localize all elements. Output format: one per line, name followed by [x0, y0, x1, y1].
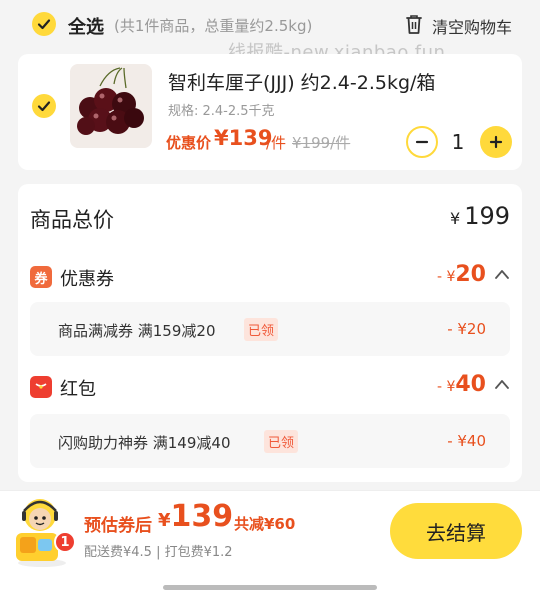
hongbao-detail-amount: - ¥40: [447, 432, 486, 450]
plus-icon: [489, 135, 503, 149]
coupon-amount[interactable]: - ¥20: [437, 262, 486, 287]
checkout-bar: 1 预估券后 ¥139 共减¥60 配送费¥4.5 | 打包费¥1.2 去结算: [0, 490, 540, 600]
estimate-price-currency: ¥: [158, 510, 171, 531]
hongbao-amount-value: 40: [455, 372, 486, 397]
check-icon: [37, 19, 51, 30]
coupon-detail-text: 商品满减券 满159减20: [58, 322, 216, 340]
coupon-amount-prefix: - ¥: [436, 269, 456, 285]
coupon-claimed-badge: 已领: [244, 318, 279, 341]
coupon-amount-value: 20: [455, 262, 486, 287]
product-image[interactable]: [70, 64, 152, 148]
coupon-detail-row[interactable]: 商品满减券 满159减20 已领 - ¥20: [30, 302, 510, 356]
original-price: ¥199/件: [292, 134, 351, 152]
coupon-detail-amount: - ¥20: [447, 320, 486, 338]
total-price-value: ¥199: [450, 202, 510, 230]
clear-cart-button[interactable]: 清空购物车: [432, 14, 512, 38]
select-all-checkbox[interactable]: [32, 12, 56, 36]
total-reduction[interactable]: 共减¥60: [234, 513, 295, 534]
cart-header: 全选 (共1件商品，总重量约2.5kg) 清空购物车 线报酷-new.xianb…: [0, 0, 540, 63]
hongbao-amount[interactable]: - ¥40: [437, 372, 486, 397]
checkout-button[interactable]: 去结算: [390, 503, 522, 559]
discount-price: ¥139: [214, 126, 273, 150]
estimate-price: ¥139: [158, 499, 233, 534]
increase-quantity-button[interactable]: [480, 126, 512, 158]
estimate-label: 预估券后: [84, 516, 152, 536]
total-price-number: 199: [464, 202, 510, 230]
cart-item-card: 智利车厘子(JJJ) 约2.4-2.5kg/箱 规格: 2.4-2.5千克 优惠…: [18, 54, 522, 170]
hongbao-row-label[interactable]: 红包: [60, 375, 96, 401]
fees-text: 配送费¥4.5 | 打包费¥1.2: [84, 545, 233, 560]
hongbao-icon: [30, 376, 52, 398]
coupon-row-label[interactable]: 优惠券: [60, 265, 114, 291]
chevron-up-icon[interactable]: [494, 378, 510, 390]
product-spec: 规格: 2.4-2.5千克: [168, 104, 275, 119]
quantity-value[interactable]: 1: [450, 130, 466, 154]
chevron-up-icon[interactable]: [494, 268, 510, 280]
price-summary-card: 商品总价 ¥199 券 优惠券 - ¥20 商品满减券 满159减20 已领 -…: [18, 184, 522, 482]
cart-summary-text: (共1件商品，总重量约2.5kg): [114, 17, 313, 35]
hongbao-detail-text: 闪购助力神券 满149减40: [58, 434, 231, 452]
hongbao-claimed-badge: 已领: [264, 430, 299, 453]
minus-icon: [415, 140, 429, 144]
estimate-price-number: 139: [170, 499, 234, 534]
trash-icon[interactable]: [404, 13, 424, 35]
discount-price-label: 优惠价: [166, 134, 212, 152]
total-price-currency: ¥: [450, 209, 461, 228]
check-icon: [37, 101, 51, 112]
hongbao-amount-prefix: - ¥: [436, 379, 456, 395]
home-indicator: [163, 585, 377, 590]
cart-count-badge: 1: [54, 531, 76, 553]
price-unit: /件: [266, 134, 287, 152]
hongbao-detail-row[interactable]: 闪购助力神券 满149减40 已领 - ¥40: [30, 414, 510, 468]
item-checkbox[interactable]: [32, 94, 56, 118]
total-price-label: 商品总价: [30, 208, 114, 232]
decrease-quantity-button[interactable]: [406, 126, 438, 158]
coupon-icon: 券: [30, 266, 52, 288]
select-all-label[interactable]: 全选: [68, 13, 104, 39]
product-title[interactable]: 智利车厘子(JJJ) 约2.4-2.5kg/箱: [168, 68, 435, 95]
